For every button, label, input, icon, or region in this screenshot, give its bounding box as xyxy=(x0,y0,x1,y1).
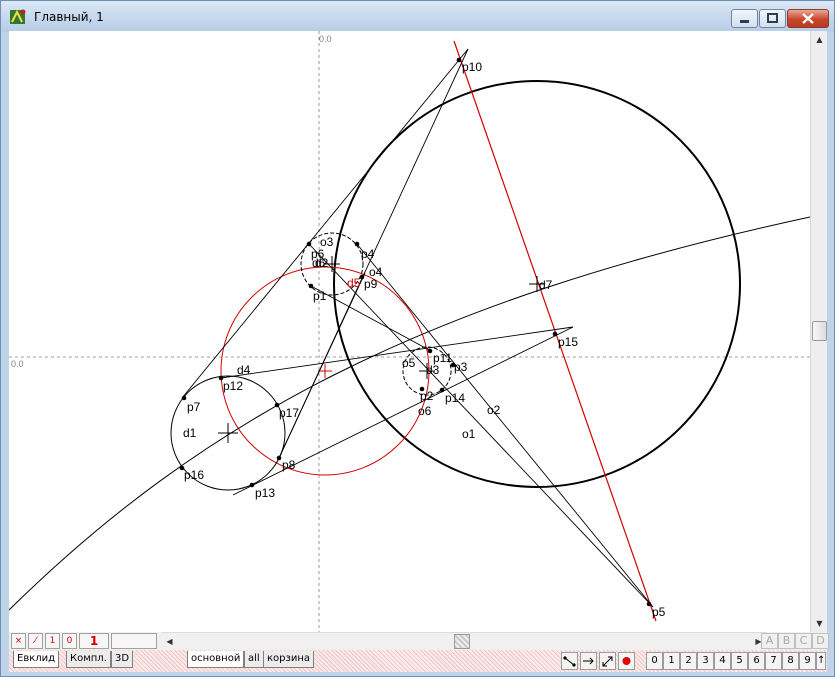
tab-complex[interactable]: Компл. xyxy=(66,651,111,668)
vertical-scrollbar[interactable]: ▲ ▼ xyxy=(810,31,827,632)
line-d4[interactable] xyxy=(220,326,574,379)
center-mark-d1 xyxy=(218,423,238,443)
label-p10: p10 xyxy=(462,60,482,74)
red-center-mark xyxy=(318,364,332,378)
long-curve[interactable] xyxy=(9,216,810,611)
tab-3d[interactable]: 3D xyxy=(111,651,134,668)
bottom-toolbar: × ⁄ 1 0 1 ◀ ▶ A B C D xyxy=(9,632,829,650)
main-window: Главный, 1 0.0 0.0 p1 p2 p3 p4 p5 p6 p7 … xyxy=(0,0,835,677)
letter-button-d[interactable]: D xyxy=(812,633,829,649)
label-p15: p15 xyxy=(558,335,578,349)
secant-line-2[interactable] xyxy=(356,243,654,608)
one-button[interactable]: 1 xyxy=(45,633,60,649)
line-p1-p11[interactable] xyxy=(310,285,432,352)
label-d7: d7 xyxy=(539,278,553,292)
label-p7: p7 xyxy=(187,400,201,414)
secant-line-1[interactable] xyxy=(308,243,654,608)
segment-icon xyxy=(563,656,576,667)
number-button-9[interactable]: 9 xyxy=(799,652,816,670)
label-p9: p9 xyxy=(364,277,378,291)
record-button[interactable] xyxy=(618,652,635,670)
scroll-up-icon[interactable]: ▲ xyxy=(811,31,828,48)
label-o5: o5 xyxy=(402,356,416,370)
horizontal-scrollbar[interactable]: ◀ ▶ xyxy=(161,632,767,650)
label-p13: p13 xyxy=(255,486,275,500)
tab-layer-trash[interactable]: корзина xyxy=(263,651,314,668)
blank-field[interactable] xyxy=(111,633,157,649)
close-icon xyxy=(802,13,814,24)
zero-button[interactable]: 0 xyxy=(62,633,77,649)
label-p4: p4 xyxy=(361,247,375,261)
horizontal-scroll-thumb[interactable] xyxy=(454,634,470,649)
number-button-3[interactable]: 3 xyxy=(697,652,714,670)
label-p8: p8 xyxy=(282,458,296,472)
restore-icon xyxy=(767,13,778,23)
label-p2: p2 xyxy=(420,389,434,403)
number-button-2[interactable]: 2 xyxy=(680,652,697,670)
label-o1: o1 xyxy=(462,427,476,441)
label-p1: p1 xyxy=(313,289,327,303)
label-p5: p5 xyxy=(652,605,666,619)
label-d5: d5 xyxy=(347,276,361,290)
up-button[interactable]: ↑ xyxy=(816,652,826,670)
scroll-down-icon[interactable]: ▼ xyxy=(811,615,828,632)
tab-layer-all[interactable]: all xyxy=(244,651,264,668)
drawing-canvas[interactable]: 0.0 0.0 p1 p2 p3 p4 p5 p6 p7 p8 p9 p10 p… xyxy=(9,31,810,632)
label-p12: p12 xyxy=(223,379,243,393)
label-d1: d1 xyxy=(183,426,197,440)
record-icon xyxy=(622,657,631,665)
diagonal-arrow-icon xyxy=(602,656,613,667)
window-title: Главный, 1 xyxy=(34,10,104,24)
value-display: 1 xyxy=(79,633,109,649)
minimize-icon xyxy=(740,20,749,23)
label-p16: p16 xyxy=(184,468,204,482)
origin-y-label: 0.0 xyxy=(11,359,24,369)
number-button-6[interactable]: 6 xyxy=(748,652,765,670)
label-d6: d6 xyxy=(312,256,326,270)
origin-x-label: 0.0 xyxy=(319,34,332,44)
arrow-tool-button[interactable] xyxy=(580,652,597,670)
label-o3: o3 xyxy=(320,235,334,249)
vertical-scroll-thumb[interactable] xyxy=(812,321,827,341)
point-markers xyxy=(179,57,652,607)
number-button-8[interactable]: 8 xyxy=(782,652,799,670)
tab-euclid[interactable]: Евклид xyxy=(13,651,60,668)
delete-button[interactable]: × xyxy=(11,633,26,649)
segment-tool-button[interactable] xyxy=(561,652,578,670)
red-line[interactable] xyxy=(453,40,657,622)
arrow-right-icon xyxy=(583,657,594,665)
tab-bar: Евклид Компл. 3D основной all корзина 0 … xyxy=(9,650,827,672)
label-o6: o6 xyxy=(418,404,432,418)
title-bar[interactable]: Главный, 1 xyxy=(1,1,834,32)
number-button-7[interactable]: 7 xyxy=(765,652,782,670)
label-o2: o2 xyxy=(487,403,501,417)
letter-button-b[interactable]: B xyxy=(778,633,795,649)
number-button-0[interactable]: 0 xyxy=(646,652,663,670)
label-p17: p17 xyxy=(279,406,299,420)
line-tool-button[interactable]: ⁄ xyxy=(28,633,43,649)
label-d4: d4 xyxy=(237,363,251,377)
tab-layer-main[interactable]: основной xyxy=(187,651,245,668)
app-icon xyxy=(10,9,26,24)
maximize-button[interactable] xyxy=(759,9,786,28)
diagonal-tool-button[interactable] xyxy=(599,652,616,670)
tangent-line-1[interactable] xyxy=(181,48,469,399)
letter-button-c[interactable]: C xyxy=(795,633,812,649)
geometry-drawing[interactable]: 0.0 0.0 p1 p2 p3 p4 p5 p6 p7 p8 p9 p10 p… xyxy=(9,31,810,632)
number-button-4[interactable]: 4 xyxy=(714,652,731,670)
label-o4: o4 xyxy=(369,265,383,279)
label-p14: p14 xyxy=(445,391,465,405)
number-button-1[interactable]: 1 xyxy=(663,652,680,670)
label-p3: p3 xyxy=(454,360,468,374)
number-button-5[interactable]: 5 xyxy=(731,652,748,670)
label-d3: d3 xyxy=(426,363,440,377)
scroll-left-icon[interactable]: ◀ xyxy=(161,633,178,651)
minimize-button[interactable] xyxy=(731,9,758,28)
close-button[interactable] xyxy=(787,9,829,28)
letter-button-a[interactable]: A xyxy=(761,633,778,649)
